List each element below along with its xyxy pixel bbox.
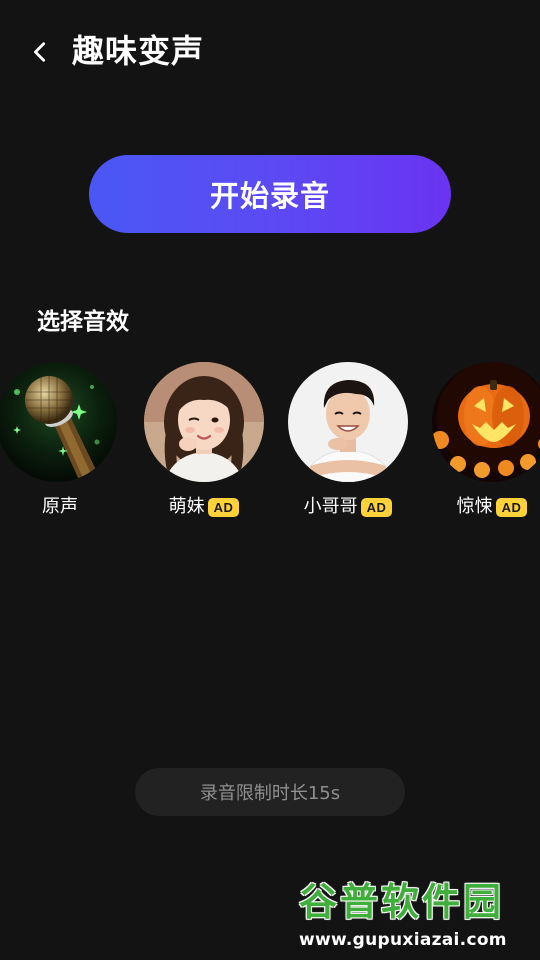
section-title: 选择音效 (37, 309, 129, 335)
boy-portrait-image (288, 362, 408, 482)
watermark-url: www.gupuxiazai.com (299, 930, 507, 950)
ad-badge: AD (495, 497, 528, 517)
effect-label: 萌妹 (168, 496, 205, 517)
effect-label: 原声 (42, 496, 78, 517)
halloween-pumpkin-image (432, 362, 540, 482)
start-recording-button[interactable]: 开始录音 (89, 155, 451, 233)
effect-item-horror[interactable]: 惊悚 AD (432, 362, 540, 517)
effect-item-cute-girl[interactable]: 萌妹 AD (144, 362, 264, 517)
page-title: 趣味变声 (72, 32, 205, 70)
ad-badge: AD (360, 497, 393, 517)
watermark-title: 谷普软件园 (299, 880, 505, 924)
ad-badge: AD (207, 497, 240, 517)
effect-item-young-guy[interactable]: 小哥哥 AD (288, 362, 408, 517)
effect-label: 惊悚 (456, 496, 493, 517)
effect-item-original[interactable]: 原声 (0, 362, 120, 517)
watermark: 谷普软件园 www.gupuxiazai.com (295, 873, 540, 960)
effect-label: 小哥哥 (303, 496, 358, 517)
girl-portrait-image (144, 362, 264, 482)
microphone-image (0, 362, 117, 482)
recording-limit-note: 录音限制时长15s (135, 768, 405, 816)
back-button[interactable] (22, 34, 58, 70)
chevron-left-icon (34, 42, 46, 62)
